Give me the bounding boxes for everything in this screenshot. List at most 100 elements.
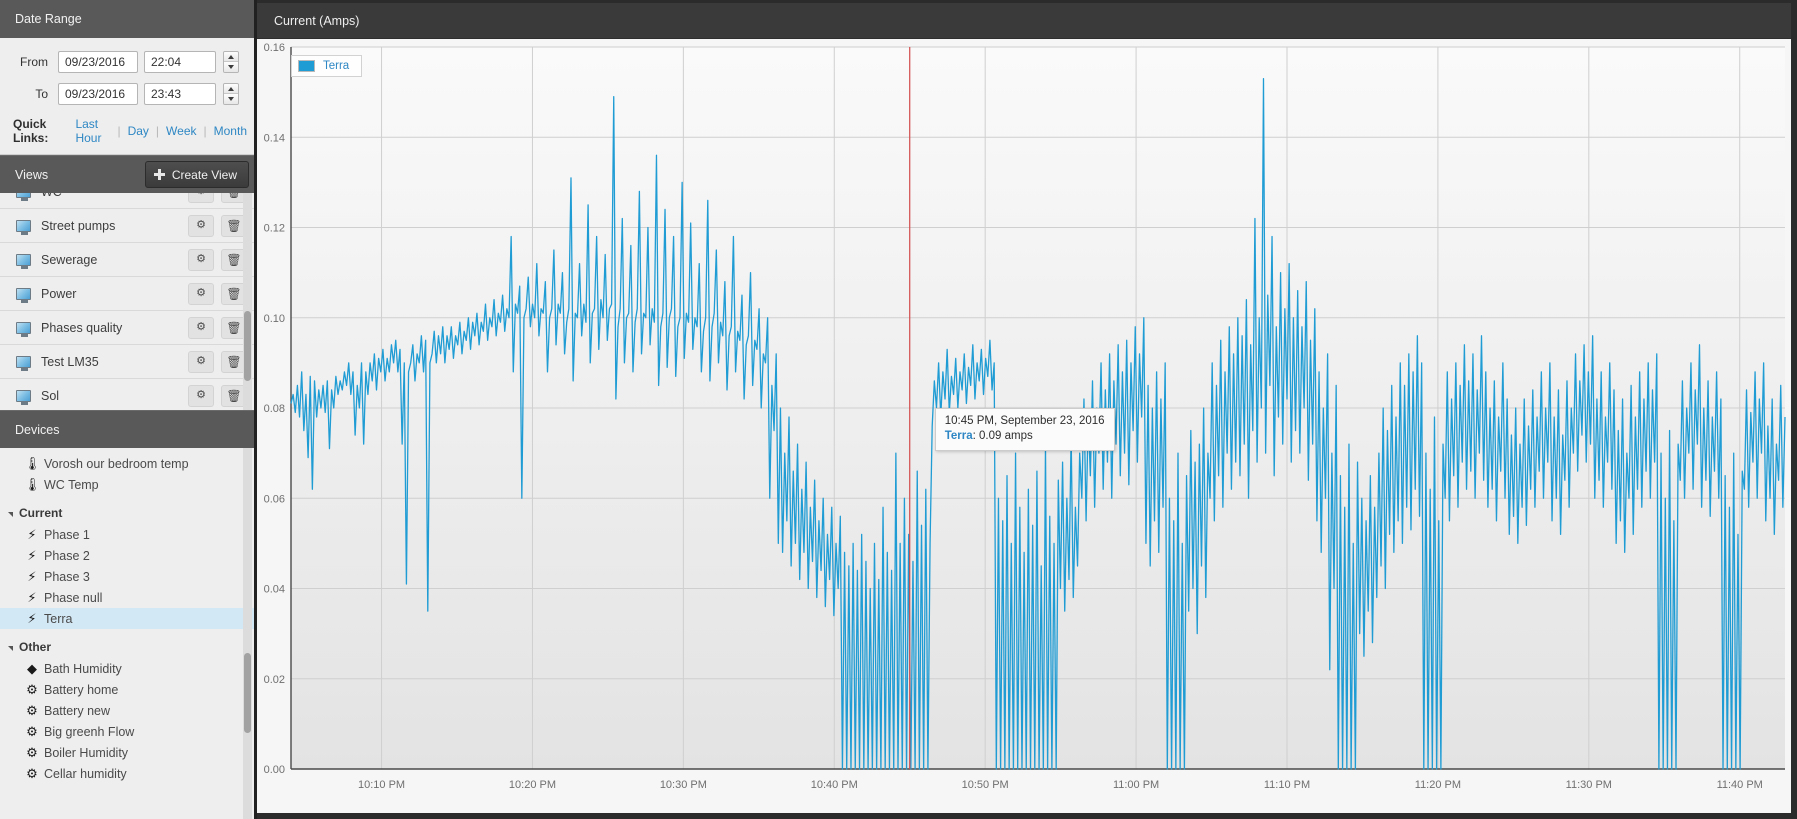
arrow-up-icon — [228, 86, 234, 91]
chart-surface[interactable]: 0.00 0.02 0.04 0.06 0.08 0.10 0.12 0.14 0.16 10:1… — [257, 39, 1791, 813]
device-item[interactable]: ⚙ Cellar humidity — [0, 763, 254, 784]
device-group-current[interactable]: Current — [0, 502, 254, 524]
from-stepper-down[interactable] — [224, 62, 238, 72]
chart-legend[interactable]: Terra — [291, 55, 363, 77]
quick-link-last-hour[interactable]: Last Hour — [68, 117, 117, 145]
device-group-other[interactable]: Other — [0, 636, 254, 658]
svg-text:11:20 PM: 11:20 PM — [1415, 779, 1461, 791]
device-item[interactable]: ⚙ Boiler Humidity — [0, 742, 254, 763]
view-settings-button[interactable]: ⚙ — [188, 248, 214, 271]
device-label: Phase 3 — [44, 569, 90, 584]
monitor-icon — [16, 193, 31, 201]
from-label: From — [20, 55, 48, 69]
devices-tree[interactable]: 🌡 Vorosh our bedroom temp 🌡 WC Temp Current ⚡… — [0, 448, 254, 819]
device-label: Phase 2 — [44, 548, 90, 563]
to-stepper-down[interactable] — [224, 94, 238, 104]
monitor-icon — [16, 389, 31, 405]
chart-panel-title: Current (Amps) — [274, 14, 360, 28]
arrow-down-icon — [228, 65, 234, 69]
quick-links: Quick Links: Last Hour | Day | Week | Month — [0, 110, 254, 145]
from-time-input[interactable] — [144, 51, 216, 73]
view-name: Street pumps — [41, 218, 116, 233]
device-label: Phase 1 — [44, 527, 90, 542]
device-item[interactable]: ⚙ Battery home — [0, 679, 254, 700]
monitor-icon — [16, 287, 31, 303]
svg-text:11:30 PM: 11:30 PM — [1566, 779, 1612, 791]
to-time-stepper[interactable] — [223, 83, 239, 105]
to-time-input[interactable] — [144, 83, 216, 105]
svg-text:0.08: 0.08 — [264, 403, 285, 415]
view-row[interactable]: Phases quality ⚙ 🗑 — [0, 311, 254, 345]
legend-label-terra: Terra — [323, 60, 350, 72]
from-stepper-up[interactable] — [224, 52, 238, 62]
to-stepper-up[interactable] — [224, 84, 238, 94]
monitor-icon — [16, 321, 31, 337]
view-row[interactable]: Power ⚙ 🗑 — [0, 277, 254, 311]
view-row[interactable]: Street pumps ⚙ 🗑 — [0, 209, 254, 243]
device-item[interactable]: ⚡ Phase 2 — [0, 545, 254, 566]
device-label: Phase null — [44, 590, 103, 605]
devices-scrollbar-thumb[interactable] — [244, 653, 251, 733]
view-row[interactable]: Sewerage ⚙ 🗑 — [0, 243, 254, 277]
devices-scrollbar-track[interactable] — [243, 448, 252, 819]
device-item[interactable]: 🌡 WC Temp — [0, 474, 254, 495]
view-settings-button[interactable]: ⚙ — [188, 384, 214, 407]
device-item[interactable]: ⚙ Battery new — [0, 700, 254, 721]
view-settings-button[interactable]: ⚙ — [188, 350, 214, 373]
tooltip-time: 10:45 PM, September 23, 2016 — [944, 414, 1105, 427]
device-label: Boiler Humidity — [44, 745, 129, 760]
device-label: Bath Humidity — [44, 661, 122, 676]
chart-tooltip: 10:45 PM, September 23, 2016 Terra: 0.09… — [934, 407, 1115, 452]
date-range-from-row: From — [0, 46, 254, 78]
views-list[interactable]: WC⚙🗑Street pumps⚙🗑Sewerage⚙🗑Power⚙🗑Phase… — [0, 193, 254, 410]
collapse-triangle-icon[interactable] — [8, 512, 13, 517]
device-item[interactable]: ◆ Bath Humidity — [0, 658, 254, 679]
svg-text:0.06: 0.06 — [264, 493, 285, 505]
view-settings-button[interactable]: ⚙ — [188, 193, 214, 203]
collapse-triangle-icon[interactable] — [8, 646, 13, 651]
quick-link-month[interactable]: Month — [207, 124, 254, 138]
views-scrollbar-track[interactable] — [243, 193, 252, 410]
trash-icon: 🗑 — [226, 354, 242, 369]
quick-link-week[interactable]: Week — [159, 124, 203, 138]
device-item[interactable]: ⚡ Phase 1 — [0, 524, 254, 545]
trash-icon: 🗑 — [226, 252, 242, 267]
create-view-button[interactable]: Create View — [144, 161, 249, 188]
tooltip-series-name: Terra — [944, 430, 973, 443]
svg-text:10:30 PM: 10:30 PM — [660, 779, 707, 791]
view-name: Phases quality — [41, 320, 123, 335]
view-settings-button[interactable]: ⚙ — [188, 214, 214, 237]
views-scrollbar-thumb[interactable] — [244, 311, 251, 381]
device-item[interactable]: ⚡ Phase null — [0, 587, 254, 608]
device-item[interactable]: 🌡 Vorosh our bedroom temp — [0, 453, 254, 474]
chart-column: Current (Amps) 0.00 0.02 0.04 0.06 0.08 0.10 0… — [257, 0, 1797, 819]
to-date-input[interactable] — [58, 83, 138, 105]
svg-text:0.12: 0.12 — [264, 223, 285, 235]
chart-panel-header: Current (Amps) — [257, 3, 1791, 39]
view-row[interactable]: Test LM35 ⚙ 🗑 — [0, 345, 254, 379]
svg-text:0.10: 0.10 — [264, 313, 285, 325]
device-label: Battery new — [44, 703, 111, 718]
device-item[interactable]: ⚡ Terra — [0, 608, 254, 629]
view-row[interactable]: WC ⚙ 🗑 — [0, 193, 254, 209]
left-sidebar: Date Range From To — [0, 0, 257, 819]
view-row[interactable]: Sol ⚙ 🗑 — [0, 379, 254, 410]
quick-link-day[interactable]: Day — [121, 124, 156, 138]
gear-icon: ⚙ — [196, 389, 206, 401]
device-item[interactable]: ⚡ Phase 3 — [0, 566, 254, 587]
device-item[interactable]: ⚙ Big greenh Flow — [0, 721, 254, 742]
quick-links-label: Quick Links: — [13, 117, 49, 145]
svg-text:0.04: 0.04 — [264, 584, 285, 596]
bolt-icon: ⚡ — [27, 590, 37, 605]
trash-icon: 🗑 — [226, 193, 241, 198]
view-settings-button[interactable]: ⚙ — [188, 316, 214, 339]
from-date-input[interactable] — [58, 51, 138, 73]
bolt-icon: ⚡ — [27, 569, 37, 584]
from-time-stepper[interactable] — [223, 51, 239, 73]
device-group-label: Other — [19, 640, 52, 654]
view-name: Test LM35 — [41, 354, 99, 369]
view-settings-button[interactable]: ⚙ — [188, 282, 214, 305]
gear-icon: ⚙ — [196, 355, 206, 367]
gear-icon: ⚙ — [196, 193, 206, 197]
svg-text:0.16: 0.16 — [264, 42, 285, 54]
